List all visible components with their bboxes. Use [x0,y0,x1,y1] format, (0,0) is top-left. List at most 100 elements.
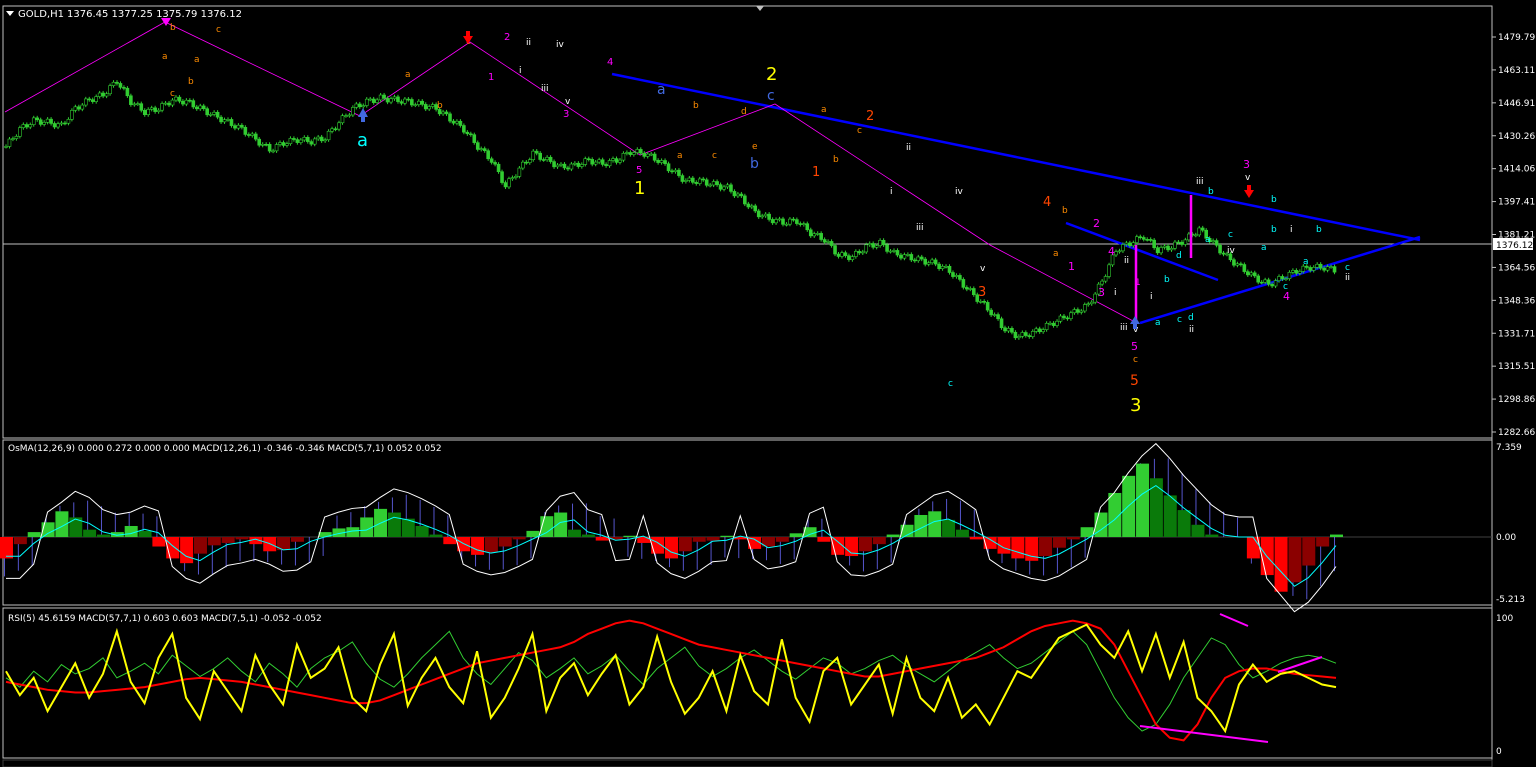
candle-body [559,163,563,166]
candle-body [1138,236,1143,239]
candle-body [1318,263,1323,269]
candle-body [125,87,130,97]
candle-body [351,107,355,116]
candle-body [1246,271,1250,276]
osma-bar [817,537,831,542]
wave-label-b-cyan-5: b [1164,275,1170,285]
candle-body [774,219,778,224]
candle-body [954,275,959,277]
candle-body [881,240,886,246]
osma-bar [512,537,526,540]
candle-body [1103,276,1108,282]
osma-bar [886,534,900,537]
candle-body [940,266,945,269]
wave-label-b-cyan-4: b [1316,225,1322,235]
candle-body [593,161,598,165]
candle-body [833,245,837,255]
osma-bar [1302,537,1316,566]
candle-body [205,108,209,116]
osma-bar [152,537,166,547]
candle-body [923,258,928,265]
candle-body [198,105,203,110]
candle-body [170,99,175,106]
candle-body [600,159,605,165]
candle-body [961,279,966,288]
osma-bar [207,537,221,546]
candle-body [97,92,102,97]
candle-body [149,107,154,110]
candle-body [919,256,924,260]
wave-label-c-orange-5: c [857,126,862,136]
osma-bar [221,537,235,543]
candle-body [1329,266,1333,268]
wave-label-d-orange: d [741,107,747,117]
wave-label-c-orange-2: c [216,25,221,35]
down-arrow-icon-1 [463,31,473,44]
osma-bar [665,537,678,559]
osma-bar [415,525,429,537]
candle-body [1076,309,1080,313]
candle-body [247,134,251,136]
candle-body [1173,241,1177,249]
candle-body [233,125,237,129]
price-tick-label: 1397.41 [1498,198,1535,208]
candle-body [1211,240,1215,243]
osma-bar [13,537,27,545]
candle-body [926,262,931,265]
wave-label-iii-white-2: iii [916,223,924,233]
wave-label-a-cyan-4: a [1303,257,1309,267]
candle-body [892,250,896,252]
candle-body [899,254,903,259]
wave-label-2-magenta: 2 [504,32,510,43]
osma-envelope-bar [31,537,33,566]
candle-body [361,105,366,108]
wave-label-ii-white-2: ii [906,143,911,153]
wave-connectors [4,21,1136,323]
candle-body [1239,263,1243,266]
candle-body [201,105,206,110]
osma-bar [429,534,443,537]
candle-body [1200,227,1205,231]
candle-body [11,138,15,140]
osma-envelope-bar [1070,537,1072,568]
candle-body [66,119,71,124]
candle-body [392,96,397,100]
osma-bar [1288,537,1302,583]
price-axis: 1479.79 1463.11 1446.91 1430.26 1414.06 1397.… [1492,33,1535,438]
candle-body [274,144,279,152]
candle-body [63,122,67,125]
ohlc-values: 1376.45 1377.25 1375.79 1376.12 [67,9,242,20]
candle-body [618,159,622,163]
candle-body [1062,315,1066,319]
candle-body [160,103,164,111]
candle-body [1131,242,1136,247]
candle-body [1270,284,1274,287]
candle-body [285,143,289,146]
candle-body [1242,264,1247,272]
wave-label-4-orange: 4 [1043,195,1051,210]
candle-body [299,139,303,143]
wave-label-c-cyan-4: c [1345,263,1350,273]
candle-body [52,123,57,128]
candle-body [1141,237,1146,240]
osma-bar [678,537,692,552]
dropdown-triangle-icon[interactable] [6,11,14,16]
wave-label-c-blue: c [767,88,775,104]
candle-body [659,160,664,163]
candle-body [257,138,262,146]
osma-envelope-bar [696,537,698,570]
wave-label-5-magenta-b: 5 [1131,340,1138,353]
candle-body [399,101,404,104]
candle-body [184,99,189,105]
candle-body [1024,332,1028,336]
wave-label-e-orange: e [752,142,758,152]
candle-body [330,128,334,132]
candle-body [222,119,227,123]
candle-body [864,244,869,253]
rsi-axis: 100 0 [1496,614,1513,757]
scroll-marker-icon[interactable] [756,6,764,11]
candle-body [115,81,119,84]
candle-body [1117,250,1122,253]
osma-envelope-bar [973,509,975,537]
osma-bar [1177,510,1191,537]
